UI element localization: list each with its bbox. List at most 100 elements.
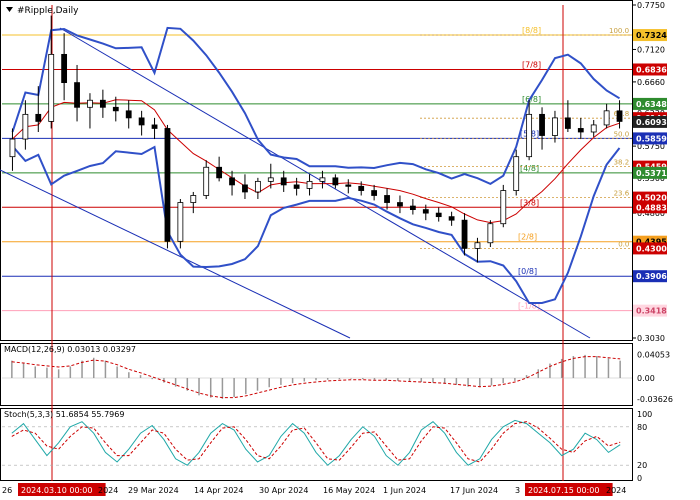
candle-body xyxy=(280,177,287,186)
candle-body xyxy=(461,219,468,249)
candle-body xyxy=(474,242,481,249)
stoch-axis-label: 0 xyxy=(637,474,642,483)
time-axis-label: 1 Jun 2024 xyxy=(383,486,426,495)
stoch-label: Stoch(5,3,3) 51.6854 55.7969 xyxy=(4,410,124,419)
price-tag: 0.4300 xyxy=(633,242,667,255)
candle-body xyxy=(125,110,132,119)
time-axis-label: 14 Apr 2024 xyxy=(194,486,243,495)
murrey-level-label: [8/8] xyxy=(522,26,541,35)
candle-body xyxy=(99,99,106,108)
candle-body xyxy=(397,202,403,207)
time-axis-label: 29 Mar 2024 xyxy=(128,486,179,495)
candle-body xyxy=(448,216,455,221)
murrey-level-label: [4/8] xyxy=(520,164,539,173)
candle-body xyxy=(61,53,68,84)
candle xyxy=(500,184,507,228)
candle-body xyxy=(332,177,339,186)
price-tag: 0.4883 xyxy=(633,201,667,214)
candle-body xyxy=(371,190,378,196)
candle-body xyxy=(229,177,235,186)
price-tag-label: 0.5859 xyxy=(636,134,667,143)
candle-body xyxy=(112,106,119,112)
murrey-level-label: [2/8] xyxy=(518,233,537,242)
candle-body xyxy=(254,180,261,193)
price-tag-label: 0.7324 xyxy=(636,31,667,40)
time-axis-label: 17 Jun 2024 xyxy=(450,486,498,495)
time-axis-label: 16 May 2024 xyxy=(323,486,375,495)
chart-header: #Ripple,Daily xyxy=(6,6,79,16)
candle-body xyxy=(487,223,494,244)
time-axis: 26 2024.03.10 00:00 2024 29 Mar 2024 14 Apr … xyxy=(2,483,626,496)
price-tag: 0.3418 xyxy=(633,304,667,317)
stoch-axis-label: 80 xyxy=(637,423,647,432)
candle-body xyxy=(190,195,197,203)
candle-body xyxy=(564,117,571,129)
price-axis-label: 0.3030 xyxy=(637,334,665,343)
candle-body xyxy=(74,82,80,108)
candle-body xyxy=(345,184,352,187)
murrey-level-label: [0/8] xyxy=(518,267,537,276)
price-tag-label: 0.6348 xyxy=(636,100,667,109)
candle-body xyxy=(9,138,16,158)
price-axis-label: 0.7120 xyxy=(637,45,665,54)
time-axis-label: 26 xyxy=(2,486,12,495)
candle-body xyxy=(87,99,93,108)
candle-body xyxy=(590,124,597,133)
candle-body xyxy=(267,177,274,182)
candle-body xyxy=(422,209,429,214)
price-tag-label: 0.5020 xyxy=(636,194,667,203)
candle-body xyxy=(177,202,184,242)
price-tag-label: 0.3418 xyxy=(636,307,667,316)
candle-body xyxy=(539,113,545,136)
candle-body xyxy=(616,110,623,122)
price-tag: 0.7324 xyxy=(633,29,667,42)
price-tag-label: 0.6836 xyxy=(636,65,667,74)
candle xyxy=(164,124,171,249)
macd-axis-label: 0.00 xyxy=(637,374,655,383)
time-axis-label: 3 xyxy=(515,486,520,495)
price-axis-label: 0.6660 xyxy=(637,78,665,87)
candle xyxy=(487,220,494,247)
ripple-daily-chart: [8/8][7/8][6/8][5/8][4/8][3/8][2/8][0/8]… xyxy=(0,0,673,496)
time-axis-label: 2024 xyxy=(98,486,118,495)
price-tag: 0.6348 xyxy=(633,97,667,110)
candle-body xyxy=(203,166,210,196)
candle xyxy=(513,149,520,196)
time-axis-label: 30 Apr 2024 xyxy=(259,486,308,495)
candle-body xyxy=(552,117,558,136)
candle-body xyxy=(526,113,533,158)
time-axis-label: 2024.07.15 00:00 xyxy=(528,486,599,495)
price-tag-label: 0.5371 xyxy=(636,169,667,178)
price-tag: 0.6093 xyxy=(633,115,667,128)
price-tag-label: 0.4300 xyxy=(636,244,667,253)
time-axis-label: 2024.03.10 00:00 xyxy=(21,486,92,495)
time-axis-label: 2024 xyxy=(606,486,626,495)
price-tag: 0.5859 xyxy=(633,132,667,145)
price-axis-label: 0.7750 xyxy=(637,1,665,10)
candle-body xyxy=(22,113,29,140)
murrey-level-label: [7/8] xyxy=(522,60,541,69)
macd-axis-label: -0.03626 xyxy=(637,395,673,404)
candle-body xyxy=(603,110,610,126)
candle-body xyxy=(293,184,300,189)
price-axis: 0.77500.71200.66600.62200.57500.53000.48… xyxy=(632,1,667,343)
candle-body xyxy=(513,156,520,191)
macd-label: MACD(12,26,9) 0.03013 0.03297 xyxy=(4,345,136,354)
candle-body xyxy=(435,212,442,218)
price-tag: 0.6836 xyxy=(633,63,667,76)
fib-level-label: 23.6 xyxy=(614,190,630,198)
candle-body xyxy=(216,166,223,179)
candle-body xyxy=(48,53,55,122)
candle-body xyxy=(164,128,171,242)
fib-level-label: 0.0 xyxy=(618,240,629,248)
stoch-panel-frame xyxy=(0,408,633,481)
instrument-label: #Ripple,Daily xyxy=(17,6,79,16)
candle-body xyxy=(358,185,365,191)
price-tag: 0.3906 xyxy=(633,270,667,283)
murrey-level-label: [3/8] xyxy=(520,198,539,207)
candle-body xyxy=(242,184,248,193)
candle-body xyxy=(577,128,584,133)
price-tag-label: 0.3906 xyxy=(636,272,667,281)
stoch-axis-label: 20 xyxy=(637,461,647,470)
stoch-axis-label: 100 xyxy=(637,410,652,419)
